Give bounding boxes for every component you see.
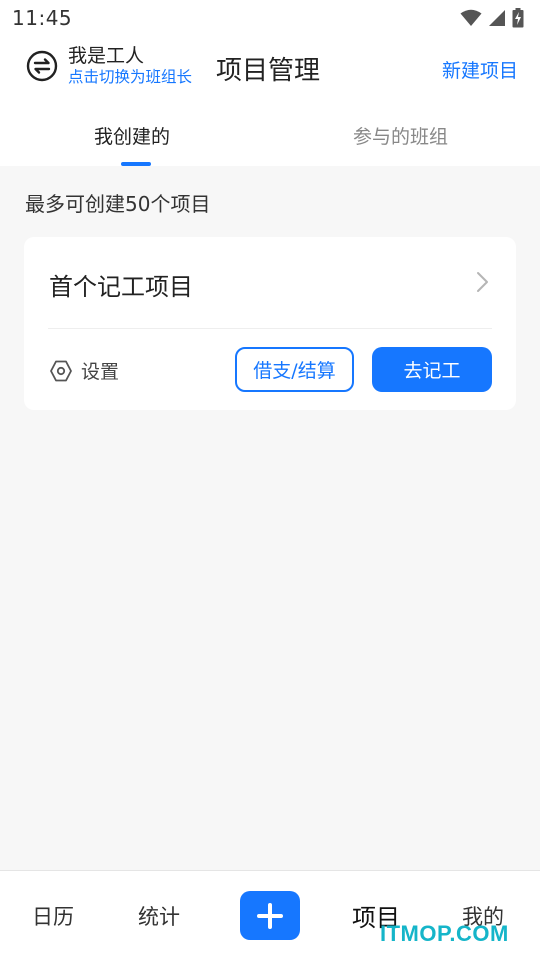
watermark: ITMOP.COM [380, 921, 509, 946]
page-title: 项目管理 [216, 56, 321, 86]
new-project-button[interactable]: 新建项目 [442, 56, 518, 83]
role-switch[interactable]: 我是工人 点击切换为班组长 [26, 45, 192, 87]
project-title[interactable]: 首个记工项目 [49, 267, 193, 302]
status-time: 11:45 [12, 6, 73, 30]
status-bar: 11:45 [0, 0, 540, 36]
add-button[interactable] [240, 891, 300, 940]
nav-statistics[interactable]: 统计 [138, 901, 180, 931]
plus-icon [257, 902, 283, 929]
settings-icon [50, 360, 72, 381]
loan-settlement-button[interactable]: 借支/结算 [235, 347, 354, 392]
header: 我是工人 点击切换为班组长 项目管理 新建项目 我创建的 参与的班组 [0, 36, 540, 166]
project-limit-text: 最多可创建50个项目 [25, 192, 211, 216]
nav-calendar[interactable]: 日历 [32, 901, 74, 931]
role-switch-hint[interactable]: 点击切换为班组长 [68, 68, 192, 87]
project-settings[interactable]: 设置 [49, 357, 119, 384]
settings-label: 设置 [81, 361, 120, 383]
project-card: 首个记工项目 设置 借支/结算 去记工 [24, 237, 516, 410]
screen: 11:45 我是工人 点击切换为班组长 项目管理 新建项目 我创建的 参与的班组… [0, 0, 540, 960]
tab-created-by-me[interactable]: 我创建的 [94, 122, 170, 149]
status-icons [460, 8, 524, 28]
tab-active-indicator [121, 162, 151, 166]
signal-icon [489, 10, 505, 26]
switch-role-icon [26, 51, 58, 82]
wifi-icon [460, 9, 482, 26]
tab-bar: 我创建的 参与的班组 [0, 116, 540, 166]
record-work-button[interactable]: 去记工 [372, 347, 492, 392]
battery-icon [512, 8, 524, 28]
card-divider [48, 328, 492, 329]
tab-joined-teams[interactable]: 参与的班组 [353, 122, 448, 149]
role-text: 我是工人 点击切换为班组长 [68, 45, 192, 87]
chevron-right-icon[interactable] [476, 271, 490, 293]
role-name: 我是工人 [68, 45, 145, 67]
